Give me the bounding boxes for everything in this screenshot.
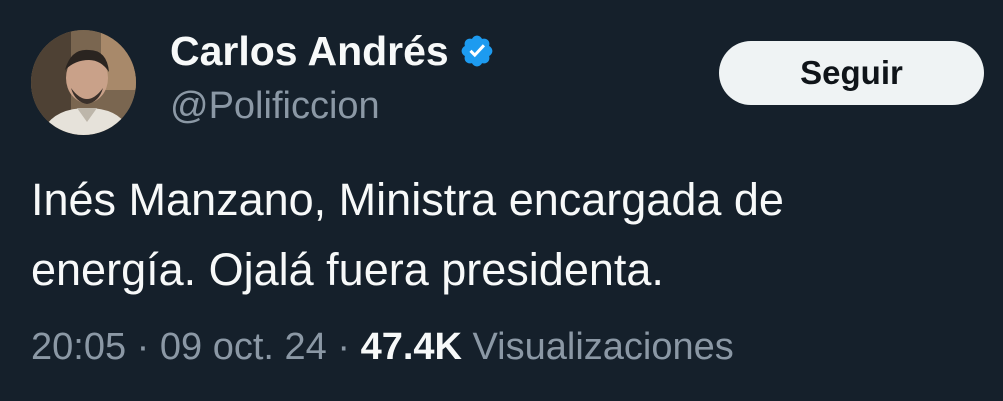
avatar[interactable] bbox=[31, 30, 136, 135]
views-label: Visualizaciones bbox=[461, 326, 734, 368]
tweet-meta: 20:05 · 09 oct. 24 · 47.4K Visualizacion… bbox=[31, 322, 734, 372]
avatar-image bbox=[31, 30, 136, 135]
author-handle[interactable]: @Polificcion bbox=[170, 82, 380, 130]
tweet-card: Carlos Andrés @Polificcion Seguir Inés M… bbox=[0, 0, 1003, 401]
author-name-row: Carlos Andrés bbox=[170, 26, 495, 76]
tweet-time[interactable]: 20:05 bbox=[31, 326, 126, 368]
follow-button[interactable]: Seguir bbox=[719, 41, 984, 105]
tweet-text-line: energía. Ojalá fuera presidenta. bbox=[31, 244, 664, 295]
tweet-date[interactable]: 09 oct. 24 bbox=[160, 326, 327, 368]
author-display-name[interactable]: Carlos Andrés bbox=[170, 26, 449, 76]
verified-badge-icon[interactable] bbox=[459, 33, 495, 69]
tweet-text-line: Inés Manzano, Ministra encargada de bbox=[31, 174, 784, 225]
tweet-text: Inés Manzano, Ministra encargada de ener… bbox=[31, 165, 991, 305]
meta-separator: · bbox=[126, 326, 160, 368]
views-count: 47.4K bbox=[360, 326, 462, 368]
meta-separator: · bbox=[326, 326, 361, 368]
